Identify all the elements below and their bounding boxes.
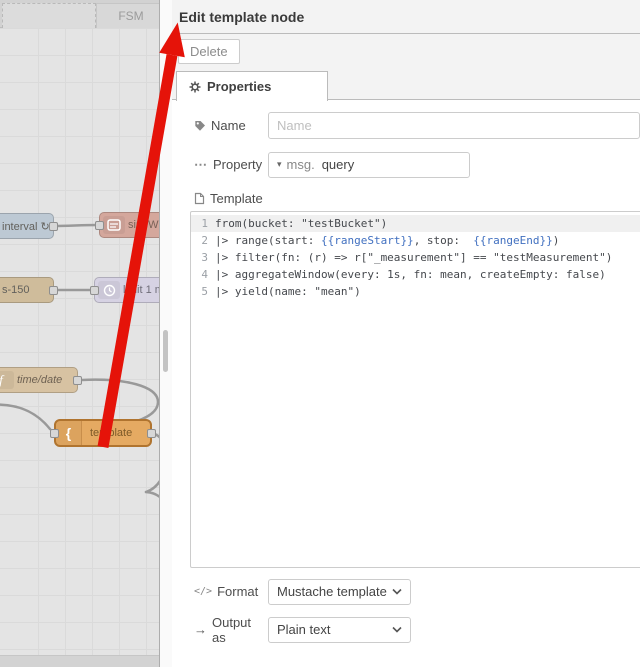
template-label: Template [210, 190, 263, 206]
scrollbar-handle[interactable] [163, 330, 168, 372]
editor-line: 4 |> aggregateWindow(every: 1s, fn: mean,… [191, 266, 640, 283]
code-text: |> range(start: {{rangeStart}}, stop: {{… [215, 234, 560, 247]
node-limit-label: limit 1 ms [123, 284, 159, 296]
ellipsis-icon: ⋯ [194, 156, 208, 172]
tab-properties-label: Properties [207, 79, 272, 94]
chevron-down-icon [392, 626, 402, 633]
curly-brace-icon: { [56, 421, 82, 445]
code-brackets-icon: </> [194, 586, 213, 597]
property-row: ⋯ Property ▾ msg. query [194, 151, 640, 178]
tray-content: Name ⋯ Property ▾ msg. query Template 1f… [172, 100, 640, 645]
canvas-scrollbar-horizontal[interactable] [0, 655, 159, 667]
arrow-right-icon: → [194, 622, 207, 637]
editor-line: 1 from(bucket: "testBucket") [191, 215, 640, 232]
workspace-tabbar: FSM [0, 0, 159, 28]
delete-button[interactable]: Delete [178, 39, 240, 64]
format-label: </> Format [194, 584, 259, 599]
property-value: query [321, 157, 355, 172]
tray-toolbar: Delete [172, 34, 640, 70]
workspace-tab-ghost[interactable] [2, 3, 96, 28]
node-ms150[interactable]: s-150 [0, 277, 58, 303]
input-port[interactable] [95, 221, 104, 230]
output-label: → Output as [194, 614, 252, 645]
name-row: Name [194, 112, 640, 139]
line-number: 1 [201, 217, 208, 230]
code-text: |> aggregateWindow(every: 1s, fn: mean, … [215, 268, 606, 281]
node-limit[interactable]: limit 1 ms [90, 277, 159, 303]
output-select-value: Plain text [277, 622, 331, 637]
editor-line: 3 |> filter(fn: (r) => r["_measurement"] … [191, 249, 640, 266]
clock-icon [98, 281, 120, 299]
input-port[interactable] [90, 286, 99, 295]
name-input[interactable] [268, 112, 640, 139]
template-code-editor[interactable]: 1 from(bucket: "testBucket") 2 |> range(sta… [190, 211, 640, 568]
line-number: 4 [201, 268, 208, 281]
property-typed-input[interactable]: ▾ msg. query [268, 151, 470, 178]
line-number: 3 [201, 251, 208, 264]
node-sinewave-label: sineW [128, 219, 159, 231]
edit-tray: Edit template node Delete Properties Nam… [172, 0, 640, 667]
input-port[interactable] [50, 429, 59, 438]
editor-line: 5 |> yield(name: "mean") [191, 283, 640, 300]
node-template-selected[interactable]: { template [50, 419, 156, 447]
format-row: </> Format Mustache template [194, 578, 640, 605]
tray-tabs: Properties [172, 70, 640, 101]
node-template-label: template [90, 427, 133, 439]
code-text: from(bucket: "testBucket") [215, 217, 388, 230]
format-select[interactable]: Mustache template [268, 578, 411, 605]
chevron-down-icon: ▾ [277, 159, 282, 169]
output-port[interactable] [49, 286, 58, 295]
node-interval[interactable]: interval ↻ [0, 213, 58, 239]
output-row: → Output as Plain text [194, 614, 640, 645]
code-text: |> filter(fn: (r) => r["_measurement"] =… [215, 251, 613, 264]
tab-properties[interactable]: Properties [176, 71, 328, 101]
line-number: 2 [201, 234, 208, 247]
output-port[interactable] [49, 222, 58, 231]
property-prefix: msg. [286, 157, 315, 172]
gear-icon [189, 81, 201, 93]
output-select[interactable]: Plain text [268, 616, 411, 643]
flow-canvas[interactable]: interval ↻ sineW s-150 limit 1 ms f time… [0, 0, 159, 667]
tag-icon [194, 120, 206, 132]
function-icon: f [0, 371, 14, 389]
editor-line: 2 |> range(start: {{rangeStart}}, stop: {… [191, 232, 640, 249]
output-port[interactable] [73, 376, 82, 385]
format-select-value: Mustache template [277, 584, 387, 599]
file-code-icon [194, 192, 205, 205]
canvas-scrollbar-vertical [159, 0, 172, 667]
node-sinewave[interactable]: sineW [95, 212, 159, 238]
output-port[interactable] [147, 429, 156, 438]
node-timedate[interactable]: f time/date [0, 367, 82, 393]
line-number: 5 [201, 285, 208, 298]
waveform-icon [103, 216, 125, 234]
node-interval-label: interval ↻ [2, 220, 50, 233]
name-label: Name [194, 118, 268, 133]
node-timedate-label: time/date [17, 374, 63, 386]
wires [0, 223, 159, 499]
workspace-tab-fsm[interactable]: FSM [96, 3, 159, 28]
chevron-down-icon [392, 588, 402, 595]
property-label: ⋯ Property [194, 156, 263, 173]
code-text: |> yield(name: "mean") [215, 285, 361, 298]
node-ms150-label: s-150 [2, 284, 30, 296]
tray-title: Edit template node [172, 0, 640, 34]
template-label-row: Template [194, 190, 640, 206]
